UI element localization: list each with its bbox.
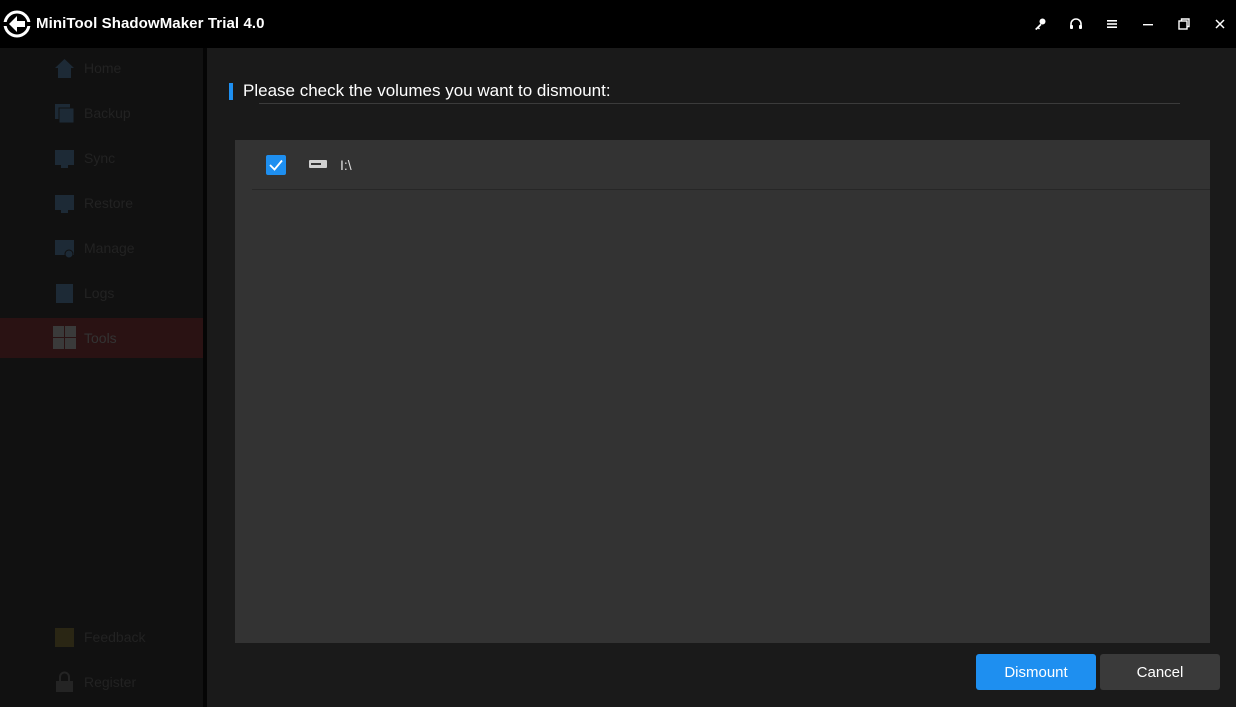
title-bar: MiniTool ShadowMaker Trial 4.0: [0, 0, 1236, 48]
sidebar-item-label: Manage: [84, 240, 135, 256]
menu-icon[interactable]: [1102, 14, 1122, 34]
manage-icon: [55, 240, 74, 259]
window-title: MiniTool ShadowMaker Trial 4.0: [36, 15, 265, 32]
sidebar-item-label: Sync: [84, 150, 116, 166]
sidebar-item-restore[interactable]: Restore: [0, 183, 203, 223]
volume-list: I:\: [235, 140, 1210, 643]
headset-icon[interactable]: [1066, 14, 1086, 34]
drive-icon: [309, 160, 327, 168]
dismount-button[interactable]: Dismount: [976, 654, 1096, 690]
dismount-dialog: Please check the volumes you want to dis…: [207, 48, 1236, 707]
cancel-button[interactable]: Cancel: [1100, 654, 1220, 690]
sidebar-item-backup[interactable]: Backup: [0, 93, 203, 133]
sidebar-item-label: Backup: [84, 105, 131, 121]
volume-row[interactable]: I:\: [252, 140, 1210, 190]
minimize-icon[interactable]: [1138, 14, 1158, 34]
volume-checkbox[interactable]: [266, 155, 286, 175]
volume-label: I:\: [340, 157, 352, 173]
sidebar-item-logs[interactable]: Logs: [0, 273, 203, 313]
restore-icon[interactable]: [1174, 14, 1194, 34]
close-icon[interactable]: [1210, 14, 1230, 34]
key-icon[interactable]: [1030, 14, 1050, 34]
dialog-heading: Please check the volumes you want to dis…: [243, 81, 611, 100]
checkmark-icon: [269, 159, 283, 171]
sidebar-item-label: Home: [84, 60, 122, 76]
sidebar-item-label: Restore: [84, 195, 134, 211]
sidebar-item-label: Tools: [84, 330, 117, 346]
sidebar-item-register[interactable]: Register: [0, 662, 203, 702]
sidebar-item-label: Feedback: [84, 629, 146, 645]
tools-icon: [53, 326, 76, 349]
heading-divider: [259, 103, 1180, 104]
app-logo-icon: [3, 10, 31, 38]
sync-icon: [55, 150, 74, 168]
sidebar-item-home[interactable]: Home: [0, 48, 203, 88]
sidebar-item-label: Register: [84, 674, 137, 690]
sidebar-item-label: Logs: [84, 285, 115, 301]
lock-icon: [56, 671, 73, 692]
backup-icon: [55, 104, 75, 124]
sidebar-item-sync[interactable]: Sync: [0, 138, 203, 178]
sidebar: Home Backup Sync Restore Manage Logs Too…: [0, 48, 203, 707]
sidebar-item-manage[interactable]: Manage: [0, 228, 203, 268]
restore-icon: [55, 195, 74, 213]
logs-icon: [56, 284, 73, 303]
sidebar-item-feedback[interactable]: Feedback: [0, 617, 203, 657]
home-icon: [55, 59, 74, 78]
feedback-icon: [55, 628, 74, 647]
heading-accent: [229, 83, 233, 100]
sidebar-item-tools[interactable]: Tools: [0, 318, 203, 358]
